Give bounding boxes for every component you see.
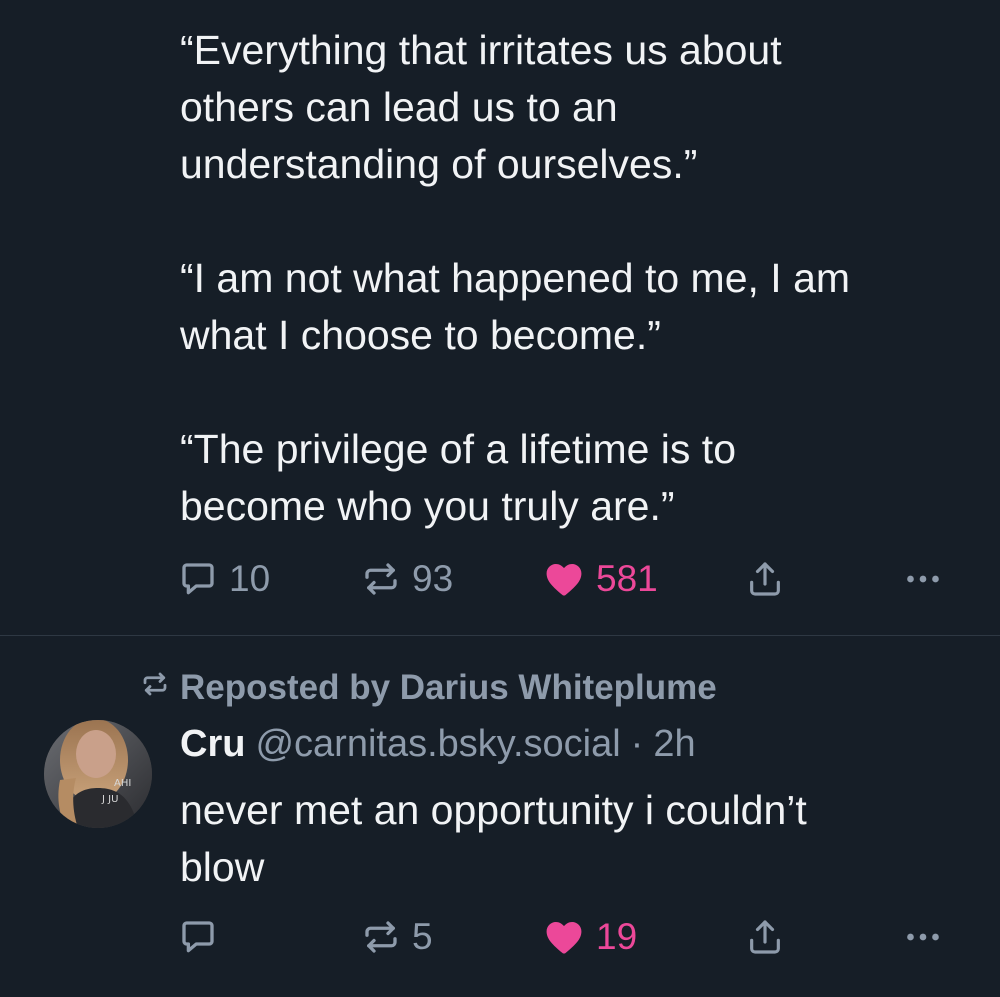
- author-handle[interactable]: @carnitas.bsky.social: [255, 723, 620, 766]
- avatar[interactable]: AHI J JU: [44, 720, 152, 828]
- post-action-bar: 5 19: [0, 912, 1000, 962]
- post-text: never met an opportunity i couldn’t blow: [180, 787, 807, 890]
- like-button[interactable]: 19: [542, 912, 637, 962]
- more-icon: [903, 917, 943, 957]
- share-icon: [745, 917, 785, 957]
- more-button[interactable]: [903, 912, 943, 962]
- heart-icon: [542, 557, 586, 601]
- reposted-by[interactable]: Reposted by Darius Whiteplume: [140, 664, 717, 712]
- more-icon: [903, 559, 943, 599]
- like-count: 19: [596, 916, 638, 957]
- author-line: Cru @carnitas.bsky.social · 2h: [180, 716, 696, 772]
- share-button[interactable]: [745, 912, 785, 962]
- svg-text:J JU: J JU: [101, 794, 118, 805]
- post-2[interactable]: Reposted by Darius Whiteplume AHI J JU C…: [0, 636, 1000, 997]
- post-timestamp[interactable]: 2h: [653, 723, 695, 766]
- repost-icon: [140, 668, 180, 708]
- heart-icon: [542, 915, 586, 959]
- like-button[interactable]: 581: [542, 554, 658, 604]
- repost-button[interactable]: 93: [360, 554, 453, 604]
- reply-icon: [177, 916, 219, 958]
- post-1[interactable]: “Everything that irritates us about othe…: [0, 0, 1000, 635]
- reply-count: 10: [229, 558, 271, 599]
- post-action-bar: 10 93 581: [0, 554, 1000, 604]
- share-icon: [745, 559, 785, 599]
- repost-icon: [360, 558, 402, 600]
- author-separator: ·: [630, 722, 644, 765]
- reposted-by-label: Reposted by Darius Whiteplume: [180, 668, 717, 707]
- repost-icon: [360, 916, 402, 958]
- author-name[interactable]: Cru: [180, 723, 245, 766]
- like-count: 581: [596, 558, 658, 599]
- post-text: “Everything that irritates us about othe…: [180, 27, 851, 529]
- reply-button[interactable]: [177, 912, 229, 962]
- reply-icon: [177, 558, 219, 600]
- more-button[interactable]: [903, 554, 943, 604]
- share-button[interactable]: [745, 554, 785, 604]
- repost-count: 93: [412, 558, 454, 599]
- repost-count: 5: [412, 916, 433, 957]
- svg-text:AHI: AHI: [114, 778, 131, 789]
- repost-button[interactable]: 5: [360, 912, 433, 962]
- reply-button[interactable]: 10: [177, 554, 270, 604]
